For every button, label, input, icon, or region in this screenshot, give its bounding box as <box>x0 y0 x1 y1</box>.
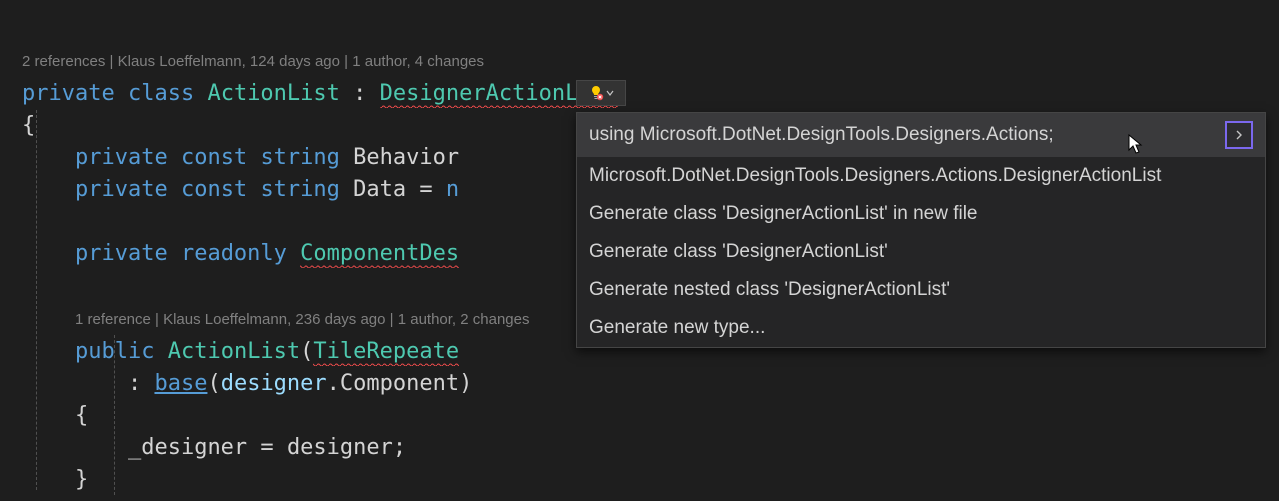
class-name-componentdesigner: ComponentDes <box>300 241 459 268</box>
field-behavior: Behavior <box>353 145 459 170</box>
codelens-class[interactable]: 2 references | Klaus Loeffelmann, 124 da… <box>22 53 484 70</box>
indent-guide <box>36 110 37 490</box>
quick-action-item[interactable]: Generate nested class 'DesignerActionLis… <box>577 271 1265 309</box>
quick-action-label: Generate class 'DesignerActionList' <box>589 241 888 263</box>
quick-action-item[interactable]: Generate new type... <box>577 309 1265 347</box>
chevron-right-icon <box>1234 128 1244 142</box>
class-name-actionlist: ActionList <box>207 81 339 106</box>
keyword-private: private <box>22 81 115 106</box>
quick-action-label: Generate new type... <box>589 317 765 339</box>
field-designer: _designer <box>128 435 247 460</box>
quick-action-label: Generate class 'DesignerActionList' in n… <box>589 203 978 225</box>
brace-close: } <box>75 467 88 492</box>
quick-action-item[interactable]: Generate class 'DesignerActionList' in n… <box>577 195 1265 233</box>
brace-open: { <box>22 113 35 138</box>
keyword-class: class <box>128 81 194 106</box>
field-data: Data <box>353 177 406 202</box>
class-name-tilerepeater: TileRepeate <box>313 339 459 366</box>
codelens-ctor[interactable]: 1 reference | Klaus Loeffelmann, 236 day… <box>75 311 530 328</box>
quick-actions-menu: using Microsoft.DotNet.DesignTools.Desig… <box>576 112 1266 348</box>
quick-action-item[interactable]: using Microsoft.DotNet.DesignTools.Desig… <box>577 113 1265 157</box>
indent-guide <box>114 335 115 495</box>
keyword-base: base <box>154 371 207 396</box>
quick-action-label: Microsoft.DotNet.DesignTools.Designers.A… <box>589 165 1161 187</box>
lightbulb-error-icon <box>588 85 604 101</box>
chevron-down-icon <box>606 89 614 97</box>
quick-action-item[interactable]: Generate class 'DesignerActionList' <box>577 233 1265 271</box>
quick-action-label: using Microsoft.DotNet.DesignTools.Desig… <box>589 124 1054 146</box>
expand-preview-button[interactable] <box>1225 121 1253 149</box>
quick-action-label: Generate nested class 'DesignerActionLis… <box>589 279 950 301</box>
quick-actions-button[interactable] <box>576 80 626 106</box>
quick-action-item[interactable]: Microsoft.DotNet.DesignTools.Designers.A… <box>577 157 1265 195</box>
